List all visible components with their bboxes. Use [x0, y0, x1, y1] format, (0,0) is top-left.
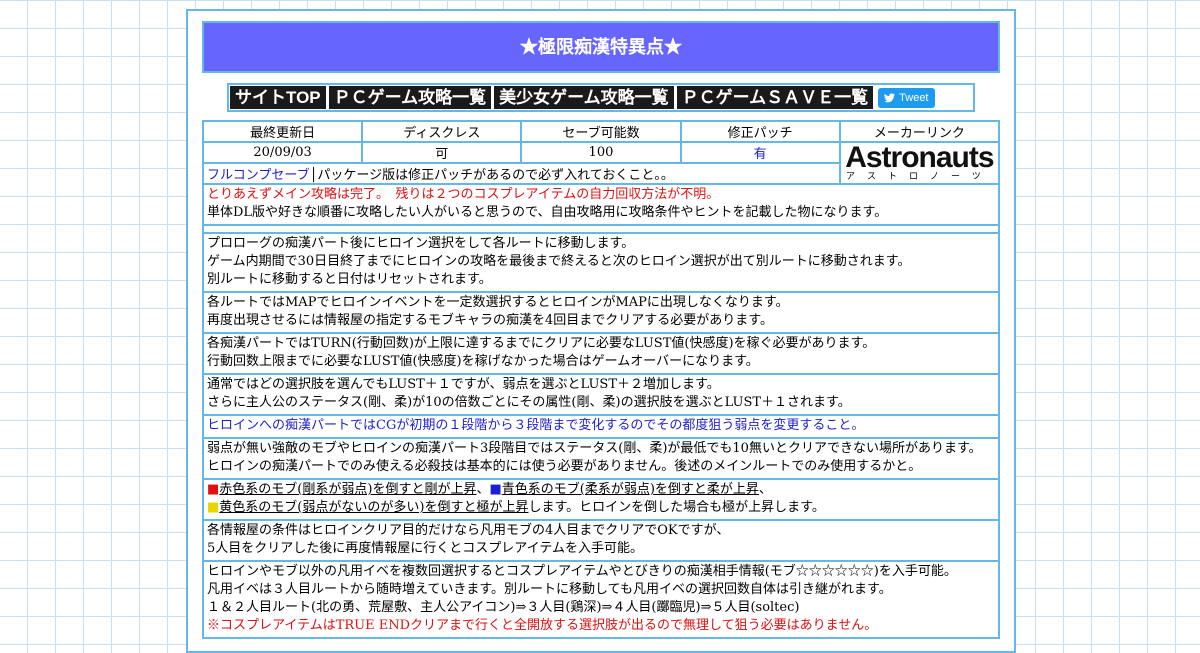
text-line: 凡用イベは３人目ルートから随時増えていきます。別ルートに移動しても凡用イベの選択…	[207, 582, 892, 597]
value-patch-link[interactable]: 有	[679, 141, 841, 164]
text-line: 通常ではどの選択肢を選んでもLUST＋１ですが、弱点を選ぶとLUST＋２増加しま…	[207, 377, 720, 392]
page-container: ★極限痴漢特異点★ サイトTOP ＰＣゲーム攻略一覧 美少女ゲーム攻略一覧 ＰＣ…	[186, 9, 1016, 653]
info-shop-block: 各情報屋の条件はヒロインクリア目的だけなら凡用モブの4人目までクリアでOKですが…	[202, 521, 1000, 562]
text-line: 別ルートに移動すると日付はリセットされます。	[207, 272, 492, 287]
cg-note: ヒロインへの痴漢パートではCGが初期の１段階から３段階まで変化するのでその都度狙…	[202, 416, 1000, 439]
value-save-count: 100	[520, 141, 682, 164]
text-line: ヒロインやモブ以外の凡用イベを複数回選択するとコスプレアイテムやとびきりの痴漢相…	[207, 564, 957, 579]
yellow-square-icon: ■	[207, 500, 220, 515]
separator: 、	[476, 482, 490, 497]
maker-logo-link[interactable]: Astronauts アストロノーツ	[838, 141, 1001, 185]
mob-end-text: します。ヒロインを倒した場合も極が上昇します。	[528, 500, 825, 515]
spacer-row	[202, 226, 1000, 234]
mob-line-1: ■赤色系のモブ(剛系が弱点)を倒すと剛が上昇、■青色系のモブ(柔系が弱点)を倒す…	[207, 481, 995, 499]
intro-red: とりあえずメイン攻略は完了。 残りは２つのコスプレアイテムの自力回収方法が不明。	[207, 187, 720, 202]
tweet-button[interactable]: Tweet	[878, 87, 935, 108]
nav-pc-game-save-list[interactable]: ＰＣゲームＳＡＶＥ一覧	[676, 86, 874, 109]
fullcomp-note: パッケージ版は修正パッチがあるので必ず入れておくこと。。	[317, 168, 674, 183]
twitter-bird-icon	[884, 92, 896, 102]
header-last-updated: 最終更新日	[201, 120, 364, 143]
header-maker-link: メーカーリンク	[838, 120, 1001, 143]
maker-logo: Astronauts	[845, 141, 994, 174]
text-line: 5人目をクリアした後に再度情報屋に行くとコスプレアイテムを入手可能。	[207, 541, 643, 556]
content: ★極限痴漢特異点★ サイトTOP ＰＣゲーム攻略一覧 美少女ゲーム攻略一覧 ＰＣ…	[201, 21, 1001, 639]
text-line: ゲーム内期間で30日目終了までにヒロインの攻略を最後まで終えると次のヒロイン選択…	[207, 254, 911, 269]
nav-bar: サイトTOP ＰＣゲーム攻略一覧 美少女ゲーム攻略一覧 ＰＣゲームＳＡＶＥ一覧 …	[227, 83, 975, 112]
fullcomp-save-link[interactable]: フルコンプセーブ	[207, 168, 310, 183]
value-diskless: 可	[361, 141, 523, 164]
text-line: ヒロインの痴漢パートでのみ使える必殺技は基本的には使う必要がありません。後述のメ…	[207, 459, 922, 474]
tweet-label: Tweet	[899, 91, 929, 104]
header-patch: 修正パッチ	[679, 120, 841, 143]
red-mob-text: 赤色系のモブ(剛系が弱点)を倒すと剛が上昇	[219, 482, 477, 497]
header-save-count: セーブ可能数	[520, 120, 682, 143]
intro-line: 単体DL版や好きな順番に攻略したい人がいると思うので、自由攻略用に攻略条件やヒン…	[207, 205, 888, 220]
text-line: 再度出現させるには情報屋の指定するモブキャラの痴漢を4回目までクリアする必要があ…	[207, 313, 773, 328]
page-title: ★極限痴漢特異点★	[202, 21, 1000, 73]
text-line: 各痴漢パートではTURN(行動回数)が上限に達するまでにクリアに必要なLUST値…	[207, 336, 876, 351]
nav-bishoujo-game-list[interactable]: 美少女ゲーム攻略一覧	[494, 86, 674, 109]
route-block: プロローグの痴漢パート後にヒロイン選択をして各ルートに移動します。 ゲーム内期間…	[202, 234, 1000, 293]
text-line: 弱点が無い強敵のモブやヒロインの痴漢パート3段階目ではステータス(剛、柔)が最低…	[207, 441, 982, 456]
header-diskless: ディスクレス	[361, 120, 523, 143]
separator: 、	[758, 482, 772, 497]
red-square-icon: ■	[207, 482, 220, 497]
text-line: 行動回数上限までに必要なLUST値(快感度)を稼げなかった場合はゲームオーバーに…	[207, 354, 759, 369]
maker-logo-sub: アストロノーツ	[845, 172, 993, 182]
text-line: プロローグの痴漢パート後にヒロイン選択をして各ルートに移動します。	[207, 236, 635, 251]
text-line: １＆２人目ルート(北の勇、荒屋敷、主人公アイコン)⇒３人目(鶏深)⇒４人目(躑臨…	[207, 600, 800, 615]
weak-block: 弱点が無い強敵のモブやヒロインの痴漢パート3段階目ではステータス(剛、柔)が最低…	[202, 439, 1000, 480]
blue-square-icon: ■	[489, 482, 502, 497]
blue-mob-text: 青色系のモブ(柔系が弱点)を倒すと柔が上昇	[501, 482, 759, 497]
events-block: ヒロインやモブ以外の凡用イベを複数回選択するとコスプレアイテムやとびきりの痴漢相…	[202, 562, 1000, 639]
mob-block: ■赤色系のモブ(剛系が弱点)を倒すと剛が上昇、■青色系のモブ(柔系が弱点)を倒す…	[202, 480, 1000, 521]
info-table: 最終更新日 ディスクレス セーブ可能数 修正パッチ メーカーリンク 20/09/…	[201, 120, 1001, 185]
yellow-mob-text: 黄色系のモブ(弱点がないのが多い)を倒すと極が上昇	[219, 500, 529, 515]
text-line: 各ルートではMAPでヒロインイベントを一定数選択するとヒロインがMAPに出現しな…	[207, 295, 789, 310]
intro-block: とりあえずメイン攻略は完了。 残りは２つのコスプレアイテムの自力回収方法が不明。…	[202, 185, 1000, 226]
value-last-updated: 20/09/03	[201, 141, 364, 164]
fullcomp-row: フルコンプセーブ│パッケージ版は修正パッチがあるので必ず入れておくこと。。	[202, 162, 841, 185]
map-block: 各ルートではMAPでヒロインイベントを一定数選択するとヒロインがMAPに出現しな…	[202, 293, 1000, 334]
text-line: 各情報屋の条件はヒロインクリア目的だけなら凡用モブの4人目までクリアでOKですが…	[207, 523, 730, 538]
text-line: さらに主人公のステータス(剛、柔)が10の倍数ごとにその属性(剛、柔)の選択肢を…	[207, 395, 851, 410]
turn-block: 各痴漢パートではTURN(行動回数)が上限に達するまでにクリアに必要なLUST値…	[202, 334, 1000, 375]
events-red-note: ※コスプレアイテムはTRUE ENDクリアまで行くと全開放する選択肢が出るので無…	[207, 618, 878, 633]
mob-line-2: ■黄色系のモブ(弱点がないのが多い)を倒すと極が上昇します。ヒロインを倒した場合…	[207, 499, 995, 517]
nav-site-top[interactable]: サイトTOP	[230, 86, 326, 109]
nav-pc-game-list[interactable]: ＰＣゲーム攻略一覧	[328, 86, 492, 109]
lust-block: 通常ではどの選択肢を選んでもLUST＋１ですが、弱点を選ぶとLUST＋２増加しま…	[202, 375, 1000, 416]
